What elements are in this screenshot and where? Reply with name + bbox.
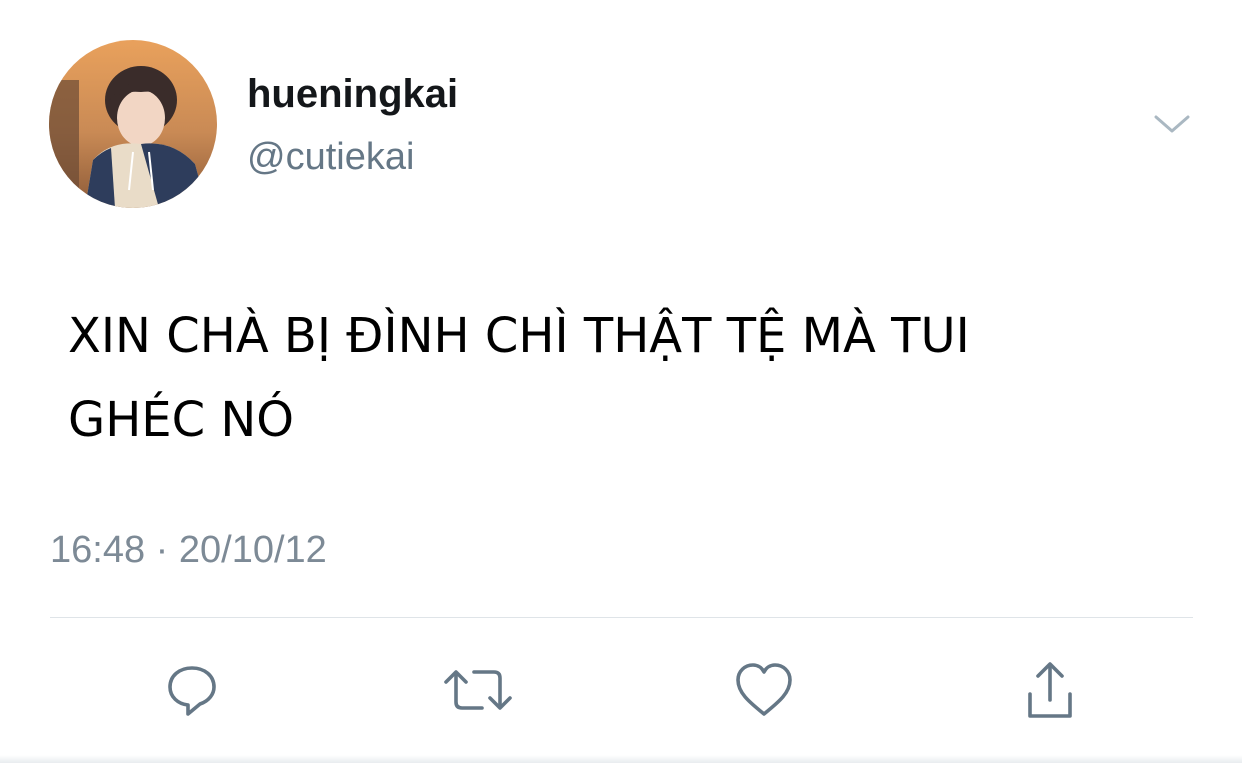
- tweet-text: XIN CHÀ BỊ ĐÌNH CHÌ THẬT TỆ MÀ TUI GHÉC …: [68, 294, 1198, 462]
- user-handle[interactable]: @cutiekai: [247, 134, 414, 180]
- share-icon: [1028, 662, 1072, 718]
- tweet-card: hueningkai @cutiekai XIN CHÀ BỊ ĐÌNH CHÌ…: [0, 0, 1242, 763]
- avatar[interactable]: [49, 40, 217, 208]
- tweet-time: 16:48: [50, 529, 146, 571]
- action-bar: [0, 650, 1242, 730]
- tweet-text-line: GHÉC NÓ: [68, 392, 295, 448]
- avatar-photo: [49, 40, 217, 208]
- reply-button[interactable]: [152, 650, 232, 730]
- divider: [50, 617, 1193, 618]
- tweet-text-line: XIN CHÀ BỊ ĐÌNH CHÌ THẬT TỆ MÀ TUI: [68, 308, 970, 364]
- like-icon: [736, 663, 792, 716]
- tweet-timestamp[interactable]: 16:48 · 20/10/12: [50, 527, 327, 573]
- like-button[interactable]: [724, 650, 804, 730]
- reply-icon: [168, 666, 216, 716]
- share-button[interactable]: [1010, 650, 1090, 730]
- meta-separator: ·: [155, 529, 169, 571]
- chevron-down-icon[interactable]: [1148, 104, 1196, 144]
- retweet-icon: [444, 670, 512, 710]
- display-name[interactable]: hueningkai: [247, 70, 458, 118]
- retweet-button[interactable]: [438, 650, 518, 730]
- tweet-date: 20/10/12: [178, 529, 327, 571]
- bottom-edge: [0, 755, 1242, 763]
